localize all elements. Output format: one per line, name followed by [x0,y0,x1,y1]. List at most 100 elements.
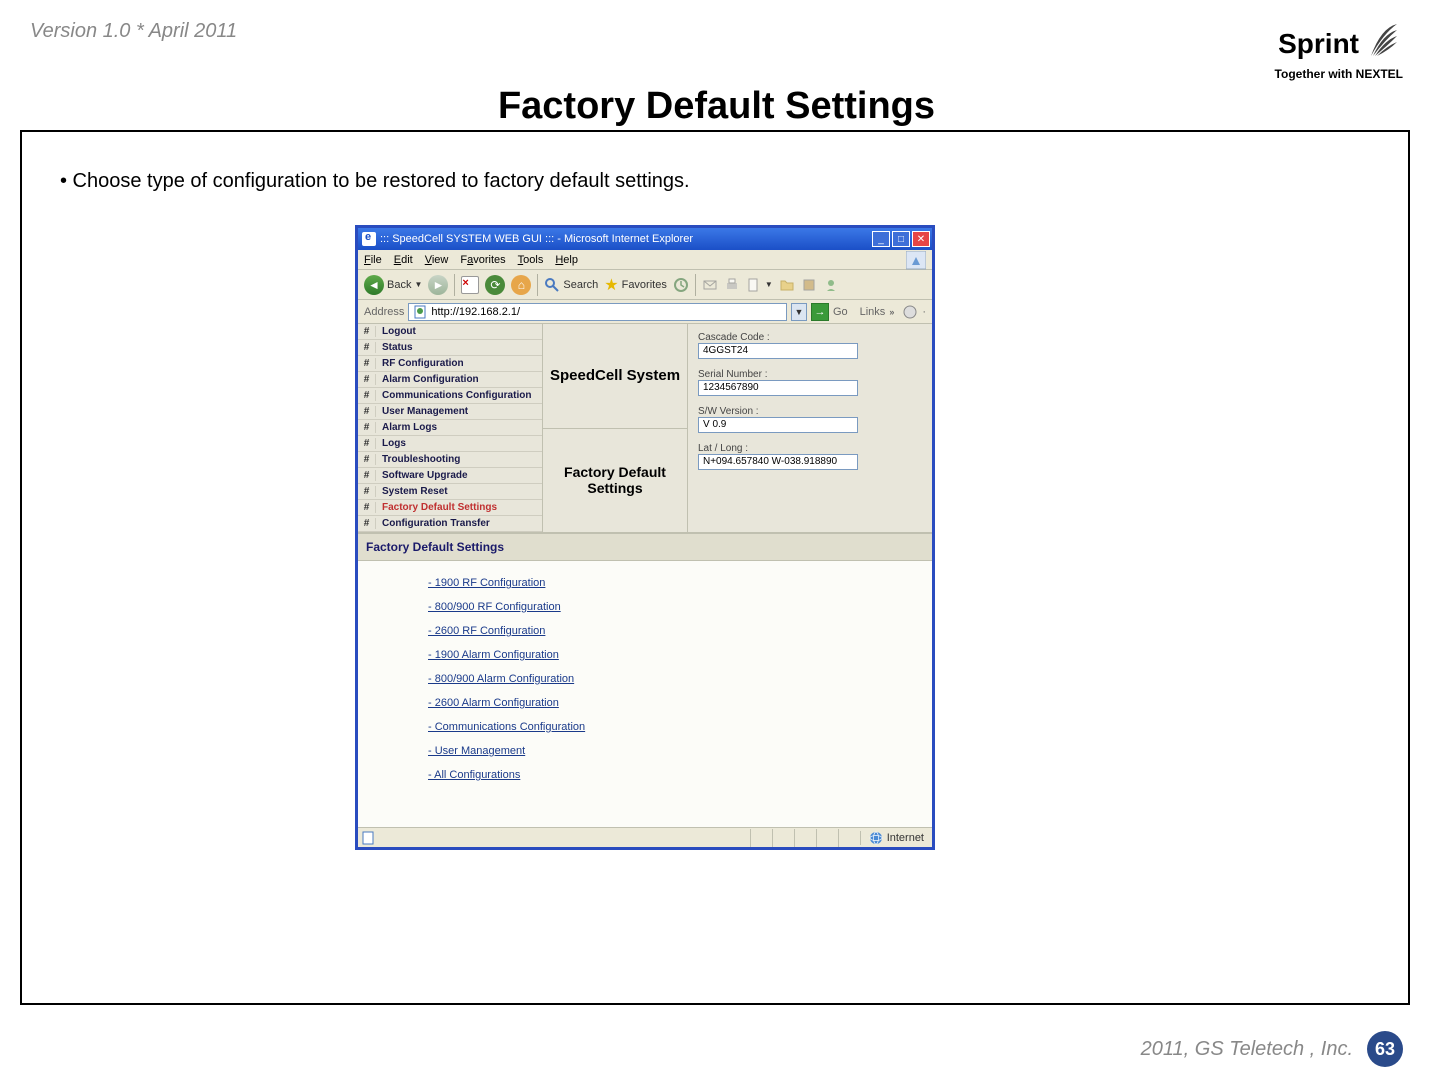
sidebar-hash: # [358,518,376,529]
maximize-button[interactable]: □ [892,231,910,247]
config-link[interactable]: - 2600 Alarm Configuration [428,697,922,709]
cascade-field[interactable]: 4GGST24 [698,343,858,359]
status-cell [772,829,794,847]
close-button[interactable]: ✕ [912,231,930,247]
config-links-area: - 1900 RF Configuration - 800/900 RF Con… [358,561,932,827]
menu-edit[interactable]: Edit [394,254,413,266]
brand-tagline: Together with NEXTEL [1275,67,1403,81]
back-dropdown-icon: ▼ [414,280,422,289]
edit-button[interactable]: ▼ [746,277,773,293]
info-fields: Cascade Code : 4GGST24 Serial Number : 1… [688,324,932,532]
sidebar-item-label: Communications Configuration [376,390,542,401]
sprint-fan-icon [1363,20,1403,67]
forward-button[interactable]: ► [428,275,448,295]
menu-favorites[interactable]: Favorites [460,254,505,266]
home-button[interactable]: ⌂ [511,275,531,295]
slide-title: Factory Default Settings [0,85,1433,128]
back-button[interactable]: ◄ Back ▼ [364,275,422,295]
status-cell [838,829,860,847]
config-link[interactable]: - User Management [428,745,922,757]
address-input[interactable]: http://192.168.2.1/ [408,303,787,321]
sidebar-item-label: Troubleshooting [376,454,542,465]
config-link[interactable]: - 800/900 RF Configuration [428,601,922,613]
version-text: Version 1.0 * April 2011 [30,20,237,43]
research-button[interactable] [801,277,817,293]
folder-button[interactable] [779,277,795,293]
page-subtitle: Factory Default Settings [543,429,687,533]
sidebar-item-system-reset[interactable]: #System Reset [358,484,542,500]
sidebar-item-alarm-logs[interactable]: #Alarm Logs [358,420,542,436]
serial-field[interactable]: 1234567890 [698,380,858,396]
toolbar: ◄ Back ▼ ► × ⟳ ⌂ Search ★ Favorites ▼ [358,270,932,300]
refresh-button[interactable]: ⟳ [485,275,505,295]
config-link[interactable]: - 1900 RF Configuration [428,577,922,589]
latlong-field[interactable]: N+094.657840 W-038.918890 [698,454,858,470]
sidebar-item-label: RF Configuration [376,358,542,369]
messenger-button[interactable] [823,277,839,293]
sidebar-item-label: Alarm Logs [376,422,542,433]
print-icon [724,277,740,293]
menu-help[interactable]: Help [555,254,578,266]
research-icon [801,277,817,293]
sidebar-hash: # [358,374,376,385]
sidebar-item-rf-configuration[interactable]: #RF Configuration [358,356,542,372]
history-button[interactable] [673,277,689,293]
minimize-button[interactable]: _ [872,231,890,247]
sidebar-item-troubleshooting[interactable]: #Troubleshooting [358,452,542,468]
sidebar-item-factory-default-settings[interactable]: #Factory Default Settings [358,500,542,516]
sidebar-item-alarm-configuration[interactable]: #Alarm Configuration [358,372,542,388]
config-link[interactable]: - 2600 RF Configuration [428,625,922,637]
sidebar-item-label: Factory Default Settings [376,502,542,513]
print-button[interactable] [724,277,740,293]
window-title: ::: SpeedCell SYSTEM WEB GUI ::: - Micro… [380,233,693,245]
address-dropdown[interactable]: ▼ [791,303,807,321]
favorites-button[interactable]: ★ Favorites [604,275,667,295]
sidebar-item-configuration-transfer[interactable]: #Configuration Transfer [358,516,542,532]
sidebar-item-user-management[interactable]: #User Management [358,404,542,420]
toolbar-separator [454,274,455,296]
status-page-icon [361,831,375,845]
zone-label: Internet [887,832,924,844]
mail-button[interactable] [702,277,718,293]
stop-button[interactable]: × [461,276,479,294]
sidebar-hash: # [358,342,376,353]
stop-icon: × [461,276,479,294]
snagit-label: · [922,306,926,318]
sidebar-item-label: Logs [376,438,542,449]
config-link[interactable]: - 1900 Alarm Configuration [428,649,922,661]
menu-tools[interactable]: Tools [518,254,544,266]
sidebar-item-status[interactable]: #Status [358,340,542,356]
sidebar-item-label: User Management [376,406,542,417]
sw-field[interactable]: V 0.9 [698,417,858,433]
links-chevron-icon[interactable]: » [889,307,894,317]
sidebar-item-logs[interactable]: #Logs [358,436,542,452]
config-link[interactable]: - All Configurations [428,769,922,781]
section-header: Factory Default Settings [358,533,932,561]
sidebar-hash: # [358,438,376,449]
config-link[interactable]: - 800/900 Alarm Configuration [428,673,922,685]
sidebar-hash: # [358,358,376,369]
brand-name: Sprint [1278,28,1359,60]
search-button[interactable]: Search [544,277,598,293]
sidebar-item-communications-configuration[interactable]: #Communications Configuration [358,388,542,404]
address-value: http://192.168.2.1/ [431,306,520,318]
go-label: Go [833,306,848,318]
messenger-icon [823,277,839,293]
security-zone: Internet [860,831,932,845]
status-bar: Internet [358,827,932,847]
status-cell [816,829,838,847]
refresh-icon: ⟳ [485,275,505,295]
sidebar-item-logout[interactable]: #Logout [358,324,542,340]
footer-copyright: 2011, GS Teletech , Inc. [1141,1038,1353,1061]
window-titlebar: ::: SpeedCell SYSTEM WEB GUI ::: - Micro… [358,228,932,250]
menu-file[interactable]: File [364,254,382,266]
brand-logo-block: Sprint Together with NEXTEL [1275,20,1403,81]
sidebar-item-software-upgrade[interactable]: #Software Upgrade [358,468,542,484]
config-link[interactable]: - Communications Configuration [428,721,922,733]
address-label: Address [364,306,404,318]
menu-view[interactable]: View [425,254,449,266]
status-cell [750,829,772,847]
history-icon [673,277,689,293]
go-button[interactable]: → [811,303,829,321]
sidebar-item-label: Alarm Configuration [376,374,542,385]
